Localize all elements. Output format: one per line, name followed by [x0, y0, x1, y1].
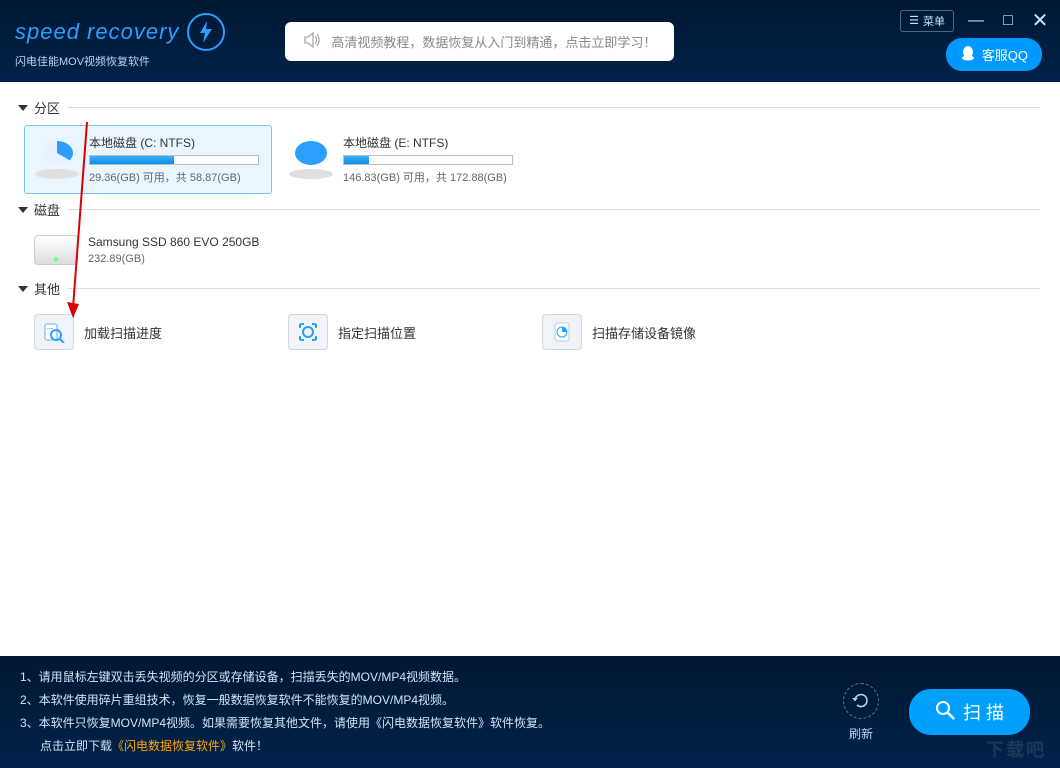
watermark: 下载吧 — [986, 736, 1046, 762]
promo-banner[interactable]: 高清视频教程，数据恢复从入门到精通，点击立即学习！ — [285, 22, 674, 61]
disk-stats: 232.89(GB) — [88, 253, 262, 265]
collapse-icon — [18, 105, 28, 111]
promo-text: 高清视频教程，数据恢复从入门到精通，点击立即学习！ — [331, 32, 656, 51]
drive-icon — [35, 141, 79, 179]
instruction-download: 点击立即下载《闪电数据恢复软件》软件！ — [20, 735, 843, 758]
section-disks-header[interactable]: 磁盘 — [20, 200, 1040, 219]
main-content: 分区 本地磁盘 (C: NTFS) 29.36(GB) 可用，共 58.87(G… — [0, 82, 1060, 656]
menu-button[interactable]: ☰ 菜单 — [900, 10, 954, 32]
section-partitions-header[interactable]: 分区 — [20, 98, 1040, 117]
disk-icon — [34, 235, 78, 265]
doc-search-icon: — — [34, 314, 74, 350]
qq-icon — [960, 45, 976, 64]
download-link[interactable]: 《闪电数据恢复软件》 — [112, 739, 232, 753]
section-title: 分区 — [34, 98, 60, 117]
refresh-button[interactable]: 刷新 — [843, 683, 879, 742]
bolt-icon — [187, 13, 225, 51]
app-footer: 1、请用鼠标左键双击丢失视频的分区或存储设备，扫描丢失的MOV/MP4视频数据。… — [0, 656, 1060, 768]
partition-c[interactable]: 本地磁盘 (C: NTFS) 29.36(GB) 可用，共 58.87(GB) — [24, 125, 272, 194]
collapse-icon — [18, 207, 28, 213]
partitions-row: 本地磁盘 (C: NTFS) 29.36(GB) 可用，共 58.87(GB) … — [20, 125, 1040, 194]
instruction-line-1: 1、请用鼠标左键双击丢失视频的分区或存储设备，扫描丢失的MOV/MP4视频数据。 — [20, 666, 843, 689]
other-label: 指定扫描位置 — [338, 323, 416, 342]
disk-name: Samsung SSD 860 EVO 250GB — [88, 235, 262, 249]
instruction-line-3: 3、本软件只恢复MOV/MP4视频。如果需要恢复其他文件，请使用《闪电数据恢复软… — [20, 712, 843, 735]
other-load-progress[interactable]: — 加载扫描进度 — [24, 306, 272, 358]
instructions: 1、请用鼠标左键双击丢失视频的分区或存储设备，扫描丢失的MOV/MP4视频数据。… — [20, 666, 843, 757]
scan-button[interactable]: 扫 描 — [909, 689, 1030, 735]
other-label: 扫描存储设备镜像 — [592, 323, 696, 342]
disks-row: Samsung SSD 860 EVO 250GB 232.89(GB) — [20, 227, 1040, 273]
drive-name: 本地磁盘 (C: NTFS) — [89, 134, 261, 151]
usage-bar — [343, 155, 513, 165]
pie-doc-icon — [542, 314, 582, 350]
app-logo: speed recovery 闪电佳能MOV视频恢复软件 — [15, 13, 225, 69]
menu-lines-icon: ☰ — [909, 14, 919, 27]
logo-subtitle: 闪电佳能MOV视频恢复软件 — [15, 53, 225, 69]
magnify-icon — [935, 700, 955, 725]
instruction-line-2: 2、本软件使用碎片重组技术，恢复一般数据恢复软件不能恢复的MOV/MP4视频。 — [20, 689, 843, 712]
section-title: 磁盘 — [34, 200, 60, 219]
drive-icon — [289, 141, 333, 179]
minimize-button[interactable]: — — [966, 12, 986, 30]
window-controls: ☰ 菜单 — □ ✕ — [900, 8, 1050, 33]
section-title: 其他 — [34, 279, 60, 298]
svg-text:—: — — [47, 326, 53, 332]
drive-stats: 146.83(GB) 可用，共 172.88(GB) — [343, 169, 515, 185]
other-specify-location[interactable]: 指定扫描位置 — [278, 306, 526, 358]
section-others-header[interactable]: 其他 — [20, 279, 1040, 298]
footer-actions: 刷新 扫 描 — [843, 683, 1030, 742]
refresh-icon — [843, 683, 879, 719]
drive-stats: 29.36(GB) 可用，共 58.87(GB) — [89, 169, 261, 185]
close-button[interactable]: ✕ — [1030, 8, 1050, 33]
other-label: 加载扫描进度 — [84, 323, 162, 342]
maximize-button[interactable]: □ — [998, 12, 1018, 30]
other-scan-image[interactable]: 扫描存储设备镜像 — [532, 306, 780, 358]
logo-title: speed recovery — [15, 19, 179, 45]
others-row: — 加载扫描进度 指定扫描位置 扫描存储设备镜像 — [20, 306, 1040, 358]
app-header: speed recovery 闪电佳能MOV视频恢复软件 高清视频教程，数据恢复… — [0, 0, 1060, 82]
qq-support-button[interactable]: 客服QQ — [946, 38, 1042, 71]
partition-e[interactable]: 本地磁盘 (E: NTFS) 146.83(GB) 可用，共 172.88(GB… — [278, 125, 526, 194]
drive-name: 本地磁盘 (E: NTFS) — [343, 134, 515, 151]
disk-samsung-ssd[interactable]: Samsung SSD 860 EVO 250GB 232.89(GB) — [24, 227, 272, 273]
usage-bar — [89, 155, 259, 165]
speaker-icon — [303, 32, 321, 51]
collapse-icon — [18, 286, 28, 292]
target-folder-icon — [288, 314, 328, 350]
